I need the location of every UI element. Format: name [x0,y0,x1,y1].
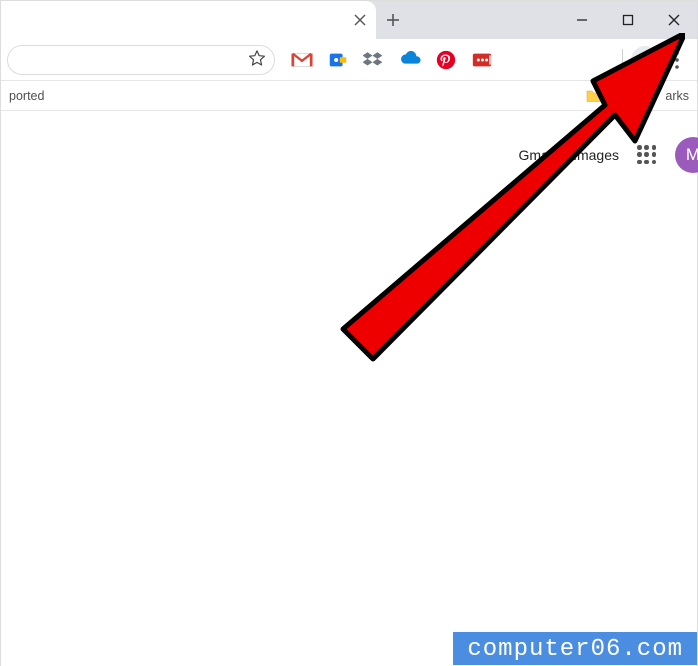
toolbar-right [622,46,691,74]
page-content: Gmail Images M [1,111,697,666]
close-window-button[interactable] [651,1,697,39]
lastpass-ext-icon[interactable] [471,49,493,71]
google-tag-ext-icon[interactable] [327,49,349,71]
tab-strip [1,1,697,39]
bookmark-folder-label: arks [665,89,689,103]
address-bar[interactable] [7,45,275,75]
close-tab-icon[interactable] [352,12,368,28]
onedrive-ext-icon[interactable] [399,49,421,71]
chrome-menu-button[interactable] [667,46,687,74]
gmail-link[interactable]: Gmail [519,147,556,163]
bookmark-folder-2[interactable]: arks [665,89,689,103]
avatar-initial: M [686,145,698,165]
dropbox-ext-icon[interactable] [363,49,385,71]
pinterest-ext-icon[interactable] [435,49,457,71]
gmail-ext-icon[interactable] [291,49,313,71]
bookmark-item-imported[interactable]: ported [9,89,44,103]
bookmark-folder-1[interactable]: C [586,89,617,103]
window-controls [559,1,697,39]
minimize-button[interactable] [559,1,605,39]
bookmark-star-icon[interactable] [248,49,266,70]
extension-icons [291,49,493,71]
maximize-button[interactable] [605,1,651,39]
toolbar-separator [622,49,623,71]
toolbar [1,39,697,81]
active-tab[interactable] [1,1,376,39]
google-account-avatar[interactable]: M [675,137,698,173]
images-link[interactable]: Images [573,147,619,163]
watermark: computer06.com [453,632,697,665]
google-top-nav: Gmail Images M [519,137,698,173]
folder-icon [586,89,602,102]
bookmarks-bar: ported C arks [1,81,697,111]
bookmark-folder-label: C [608,89,617,103]
bookmark-label: ported [9,89,44,103]
watermark-text: computer06.com [467,636,683,663]
google-apps-icon[interactable] [637,145,657,165]
new-tab-button[interactable] [376,1,410,39]
profile-button[interactable] [631,46,659,74]
